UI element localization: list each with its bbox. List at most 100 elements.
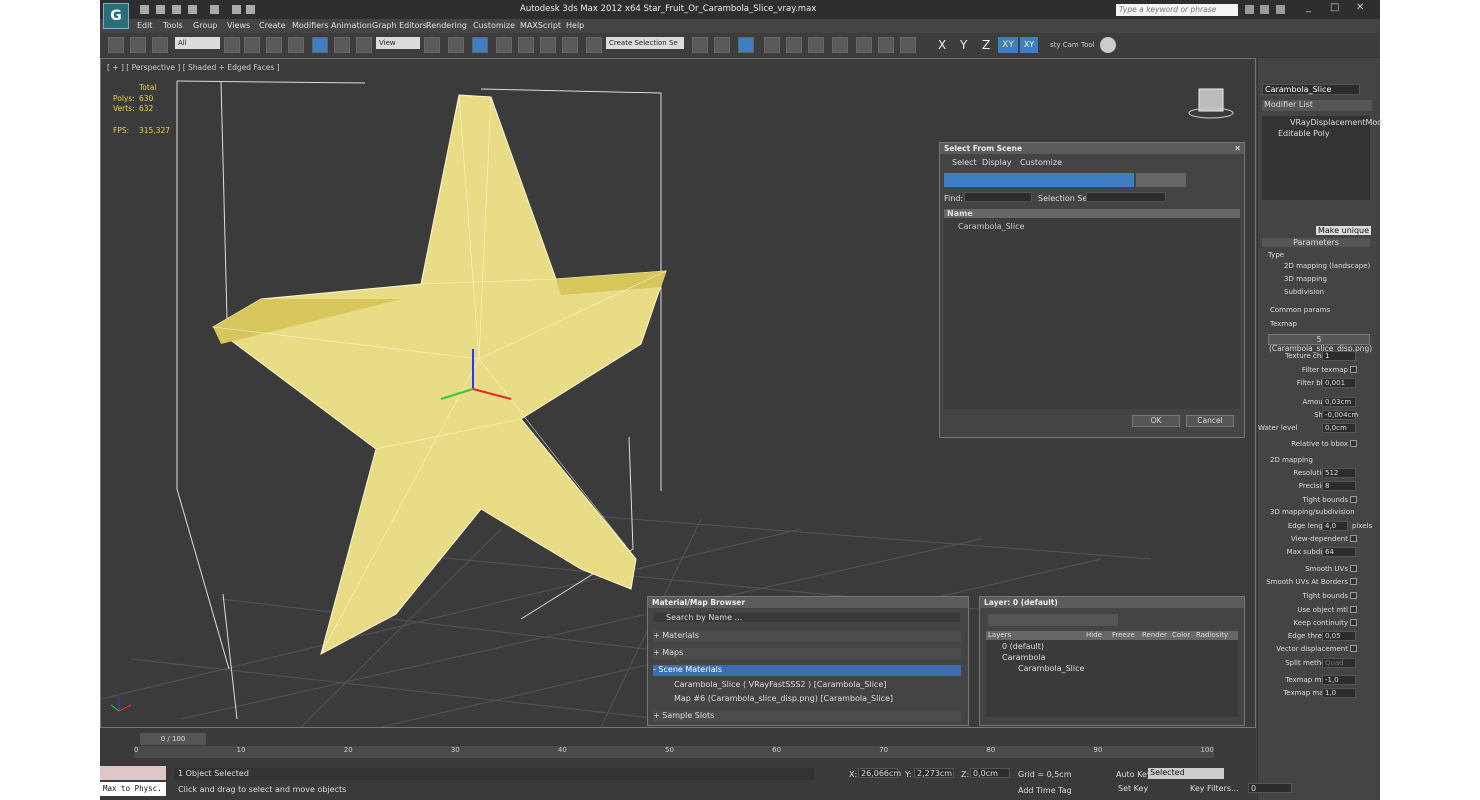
smooth-uvs-checkbox[interactable] <box>1350 565 1357 572</box>
new-icon[interactable] <box>140 5 149 14</box>
select-scale-icon[interactable] <box>356 37 372 53</box>
maxscript-listener-pink[interactable] <box>100 766 166 780</box>
x-coordinate[interactable]: 26,066cm <box>858 768 901 778</box>
named-selection-dropdown[interactable]: Create Selection Se <box>606 37 684 49</box>
close-button[interactable]: ✕ <box>1356 2 1364 13</box>
edge-thresh-input[interactable]: 0,05 <box>1322 631 1356 641</box>
pivot-icon[interactable] <box>424 37 440 53</box>
track-bar[interactable]: 0 10 20 30 40 50 60 70 80 90 100 <box>134 746 1214 758</box>
max-subdivs-input[interactable]: 64 <box>1322 547 1356 557</box>
dialog-close-button[interactable]: ✕ <box>1234 144 1241 153</box>
selection-set-dropdown[interactable] <box>1086 192 1166 202</box>
stack-item[interactable]: VRayDisplacementMod <box>1262 118 1382 127</box>
view-dependent-checkbox[interactable] <box>1350 535 1357 542</box>
dlg-menu-customize[interactable]: Customize <box>1020 158 1062 167</box>
skull-icon[interactable] <box>1100 37 1116 53</box>
rendered-frame-icon[interactable] <box>878 37 894 53</box>
object-list[interactable]: Name Carambola_Slice <box>944 209 1240 409</box>
texture-chan-input[interactable]: 1 <box>1322 351 1356 361</box>
find-input[interactable] <box>964 192 1032 202</box>
curve-editor-icon[interactable] <box>786 37 802 53</box>
maximize-button[interactable]: □ <box>1330 2 1339 13</box>
parameters-rollout[interactable]: Parameters <box>1262 238 1370 247</box>
axis-xy-button[interactable]: XY <box>998 37 1018 53</box>
browser-search-input[interactable]: Search by Name ... <box>654 613 960 622</box>
texmap-min-input[interactable]: -1,0 <box>1322 675 1356 685</box>
time-slider[interactable]: 0 / 100 <box>140 733 206 745</box>
tight-bounds-3d-checkbox[interactable] <box>1350 592 1357 599</box>
filter-blur-input[interactable]: 0,001 <box>1322 378 1356 388</box>
layer-row-slice[interactable]: Carambola_Slice <box>986 664 1238 673</box>
star-icon[interactable] <box>1260 5 1269 14</box>
modifier-stack[interactable]: VRayDisplacementMod Editable Poly <box>1262 116 1382 200</box>
display-toolbar[interactable] <box>1136 173 1186 187</box>
group-maps[interactable]: + Maps <box>653 648 961 659</box>
name-column-header[interactable]: Name <box>944 209 1240 218</box>
percent-snap-icon[interactable] <box>540 37 556 53</box>
map-item[interactable]: Map #6 (Carambola_slice_disp.png) [Caram… <box>660 694 956 704</box>
key-filters-button[interactable]: Key Filters... <box>1190 784 1239 793</box>
current-frame-input[interactable]: 0 <box>1248 783 1292 793</box>
radio-2d[interactable]: 2D mapping (landscape) <box>1284 262 1370 270</box>
menu-rendering[interactable]: Rendering <box>426 21 467 30</box>
list-item[interactable]: Carambola_Slice <box>944 222 1240 231</box>
object-name-input[interactable]: Carambola_Slice <box>1262 84 1360 95</box>
render-setup-icon[interactable] <box>856 37 872 53</box>
menu-graph-editors[interactable]: Graph Editors <box>372 21 427 30</box>
spinner-snap-icon[interactable] <box>562 37 578 53</box>
relative-bbox-checkbox[interactable] <box>1350 440 1357 447</box>
material-item[interactable]: Carambola_Slice ( VRayFastSSS2 ) [Caramb… <box>660 680 956 690</box>
radio-3d[interactable]: 3D mapping <box>1284 275 1327 283</box>
unlink-icon[interactable] <box>130 37 146 53</box>
axis-xy-plane-button[interactable]: XY <box>1020 37 1038 53</box>
menu-maxscript[interactable]: MAXScript <box>520 21 561 30</box>
texmap-button[interactable]: 5 (Carambola_slice_disp.png) <box>1268 334 1372 353</box>
help-icon[interactable] <box>1276 5 1285 14</box>
y-coordinate[interactable]: 2,273cm <box>914 768 954 778</box>
material-editor-icon[interactable] <box>832 37 848 53</box>
link-icon[interactable] <box>108 37 124 53</box>
keep-continuity-checkbox[interactable] <box>1350 619 1357 626</box>
open-icon[interactable] <box>156 5 165 14</box>
select-rotate-icon[interactable] <box>334 37 350 53</box>
app-logo-button[interactable]: G <box>103 3 129 29</box>
cancel-button[interactable]: Cancel <box>1186 415 1234 427</box>
tight-bounds-2d-checkbox[interactable] <box>1350 496 1357 503</box>
menu-group[interactable]: Group <box>193 21 217 30</box>
water-level-input[interactable]: 0,0cm <box>1322 423 1356 433</box>
axis-z-button[interactable]: Z <box>982 38 990 52</box>
perspective-viewport[interactable]: [ + ] [ Perspective ] [ Shaded + Edged F… <box>100 58 1256 728</box>
select-move-icon[interactable] <box>312 37 328 53</box>
menu-customize[interactable]: Customize <box>473 21 515 30</box>
shift-input[interactable]: -0,004cm <box>1322 410 1358 420</box>
snap-icon[interactable] <box>496 37 512 53</box>
menu-animation[interactable]: Animation <box>331 21 372 30</box>
key-mode-dropdown[interactable]: Selected <box>1148 768 1224 779</box>
angle-snap-icon[interactable] <box>518 37 534 53</box>
vector-displacement-checkbox[interactable] <box>1350 645 1357 652</box>
split-method-dropdown[interactable]: Quad <box>1322 658 1356 668</box>
cam-tool-label[interactable]: sty Cam Tool <box>1050 41 1095 49</box>
keyboard-shortcut-icon[interactable] <box>472 37 488 53</box>
window-crossing-icon[interactable] <box>288 37 304 53</box>
edge-length-input[interactable]: 4,0 <box>1322 521 1348 531</box>
smooth-uvs-borders-checkbox[interactable] <box>1350 578 1357 585</box>
reference-coordinate-dropdown[interactable]: View <box>376 37 420 49</box>
layer-toolbar[interactable] <box>988 614 1118 626</box>
filter-texmap-checkbox[interactable] <box>1350 366 1357 373</box>
save-icon[interactable] <box>172 5 181 14</box>
layer-manager-icon[interactable] <box>738 37 754 53</box>
layer-table[interactable]: Layers Hide Freeze Render Color Radiosit… <box>986 631 1238 717</box>
minimize-button[interactable]: _ <box>1306 2 1311 13</box>
layer-row-default[interactable]: 0 (default) <box>986 642 1238 651</box>
rect-selection-icon[interactable] <box>266 37 282 53</box>
undo-icon[interactable] <box>188 5 197 14</box>
group-sample-slots[interactable]: + Sample Slots <box>653 711 961 722</box>
precision-input[interactable]: 8 <box>1322 481 1356 491</box>
add-time-tag[interactable]: Add Time Tag <box>1018 786 1072 795</box>
maxscript-input[interactable]: Max to Physc. <box>100 782 166 796</box>
manipulate-icon[interactable] <box>448 37 464 53</box>
filter-toolbar[interactable] <box>944 173 1134 187</box>
menu-views[interactable]: Views <box>227 21 250 30</box>
layer-row-carambola[interactable]: Carambola <box>986 653 1238 662</box>
